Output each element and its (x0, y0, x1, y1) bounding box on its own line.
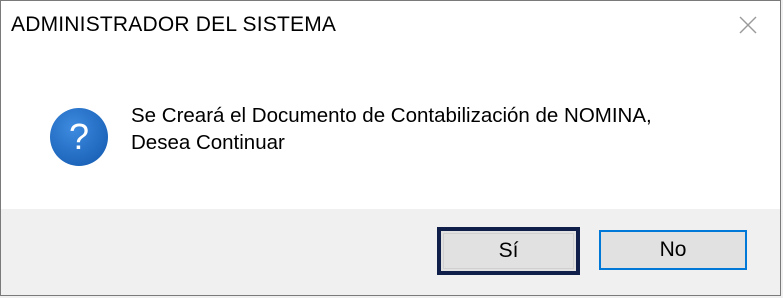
title-bar: ADMINISTRADOR DEL SISTEMA (1, 1, 780, 53)
no-button[interactable]: No (599, 230, 747, 270)
dialog-content: ? Se Creará el Documento de Contabilizac… (1, 53, 780, 209)
no-button-label: No (659, 238, 687, 261)
svg-text:?: ? (69, 116, 89, 157)
close-button[interactable] (716, 1, 780, 49)
dialog-title: ADMINISTRADOR DEL SISTEMA (11, 13, 337, 36)
close-icon (739, 16, 757, 34)
button-bar: Sí No (1, 209, 780, 295)
dialog-message: Se Creará el Documento de Contabilizació… (131, 102, 751, 156)
message-line-2: Desea Continuar (131, 131, 285, 154)
yes-button-label: Sí (498, 239, 519, 262)
yes-button[interactable]: Sí (437, 227, 580, 275)
message-dialog: ADMINISTRADOR DEL SISTEMA ? Se Creará el… (0, 0, 781, 296)
message-line-1: Se Creará el Documento de Contabilizació… (131, 104, 652, 127)
question-icon: ? (50, 108, 108, 166)
